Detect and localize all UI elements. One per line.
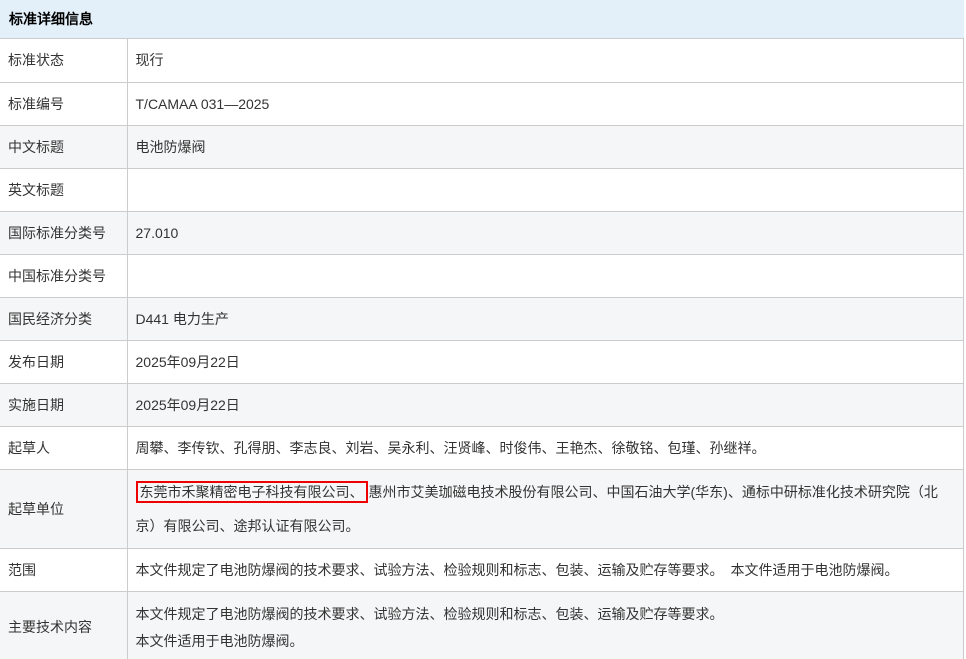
row-value: 电池防爆阀 — [127, 125, 964, 168]
row-drafting-organizations: 起草单位 东莞市禾聚精密电子科技有限公司、惠州市艾美珈磁电技术股份有限公司、中国… — [0, 469, 964, 548]
row-value: 2025年09月22日 — [127, 340, 964, 383]
row-label: 实施日期 — [0, 383, 127, 426]
row-main-technical-content: 主要技术内容 本文件规定了电池防爆阀的技术要求、试验方法、检验规则和标志、包装、… — [0, 591, 964, 659]
row-value: 东莞市禾聚精密电子科技有限公司、惠州市艾美珈磁电技术股份有限公司、中国石油大学(… — [127, 469, 964, 548]
row-label: 中文标题 — [0, 125, 127, 168]
row-economic-classification: 国民经济分类 D441 电力生产 — [0, 297, 964, 340]
row-scope: 范围 本文件规定了电池防爆阀的技术要求、试验方法、检验规则和标志、包装、运输及贮… — [0, 548, 964, 591]
row-value: 本文件规定了电池防爆阀的技术要求、试验方法、检验规则和标志、包装、运输及贮存等要… — [127, 548, 964, 591]
highlighted-company: 东莞市禾聚精密电子科技有限公司、 — [136, 481, 368, 503]
row-value: 周攀、李传钦、孔得朋、李志良、刘岩、吴永利、汪贤峰、时俊伟、王艳杰、徐敬铭、包瑾… — [127, 426, 964, 469]
row-publish-date: 发布日期 2025年09月22日 — [0, 340, 964, 383]
row-label: 起草人 — [0, 426, 127, 469]
row-label: 发布日期 — [0, 340, 127, 383]
row-label: 起草单位 — [0, 469, 127, 548]
row-ccs-number: 中国标准分类号 — [0, 254, 964, 297]
row-label: 标准状态 — [0, 39, 127, 82]
row-value: 27.010 — [127, 211, 964, 254]
row-standard-status: 标准状态 现行 — [0, 39, 964, 82]
row-label: 主要技术内容 — [0, 591, 127, 659]
standard-detail-table: 标准状态 现行 标准编号 T/CAMAA 031—2025 中文标题 电池防爆阀… — [0, 39, 964, 659]
row-value: T/CAMAA 031—2025 — [127, 82, 964, 125]
page-title: 标准详细信息 — [0, 0, 964, 39]
row-value — [127, 168, 964, 211]
row-label: 范围 — [0, 548, 127, 591]
row-value — [127, 254, 964, 297]
row-label: 国际标准分类号 — [0, 211, 127, 254]
row-drafters: 起草人 周攀、李传钦、孔得朋、李志良、刘岩、吴永利、汪贤峰、时俊伟、王艳杰、徐敬… — [0, 426, 964, 469]
row-implementation-date: 实施日期 2025年09月22日 — [0, 383, 964, 426]
row-value: 本文件规定了电池防爆阀的技术要求、试验方法、检验规则和标志、包装、运输及贮存等要… — [127, 591, 964, 659]
standard-detail-page: 标准详细信息 标准状态 现行 标准编号 T/CAMAA 031—2025 中文标… — [0, 0, 966, 659]
technical-content-paragraph: 本文件规定了电池防爆阀的技术要求、试验方法、检验规则和标志、包装、运输及贮存等要… — [136, 604, 956, 624]
standard-detail-panel: 标准详细信息 标准状态 现行 标准编号 T/CAMAA 031—2025 中文标… — [0, 0, 964, 659]
row-value: 2025年09月22日 — [127, 383, 964, 426]
row-standard-number: 标准编号 T/CAMAA 031—2025 — [0, 82, 964, 125]
row-value: D441 电力生产 — [127, 297, 964, 340]
row-english-title: 英文标题 — [0, 168, 964, 211]
row-label: 国民经济分类 — [0, 297, 127, 340]
row-label: 中国标准分类号 — [0, 254, 127, 297]
row-ics-number: 国际标准分类号 27.010 — [0, 211, 964, 254]
row-chinese-title: 中文标题 电池防爆阀 — [0, 125, 964, 168]
row-value: 现行 — [127, 39, 964, 82]
technical-content-paragraph: 本文件适用于电池防爆阀。 — [136, 631, 956, 651]
row-label: 标准编号 — [0, 82, 127, 125]
row-label: 英文标题 — [0, 168, 127, 211]
